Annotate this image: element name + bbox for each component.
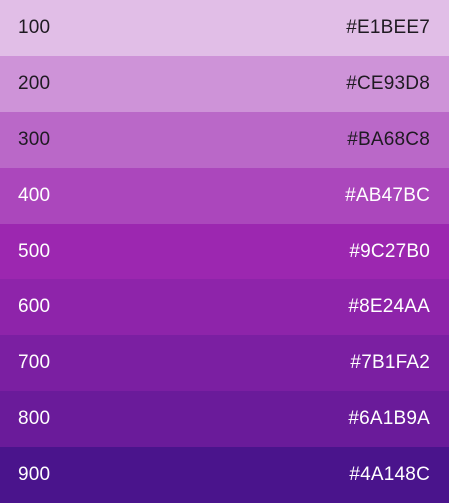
swatch-hex-code: #E1BEE7 <box>346 16 430 38</box>
swatch-shade: 200 <box>18 72 51 94</box>
swatch-shade: 900 <box>18 464 51 486</box>
swatch-hex-code: #CE93D8 <box>346 72 430 94</box>
swatch-shade: 800 <box>18 408 51 430</box>
swatch-shade: 300 <box>18 128 51 150</box>
swatch-shade: 700 <box>18 352 51 374</box>
swatch-hex-code: #8E24AA <box>348 296 430 318</box>
swatch-shade: 400 <box>18 184 51 206</box>
swatch-row-100: 100 #E1BEE7 <box>0 0 449 56</box>
swatch-hex-code: #9C27B0 <box>349 240 430 262</box>
swatch-hex-code: #AB47BC <box>345 184 430 206</box>
color-palette: 100 #E1BEE7 200 #CE93D8 300 #BA68C8 400 … <box>0 0 449 503</box>
swatch-hex-code: #BA68C8 <box>347 128 430 150</box>
swatch-row-400: 400 #AB47BC <box>0 167 449 224</box>
swatch-shade: 100 <box>18 16 51 38</box>
swatch-row-700: 700 #7B1FA2 <box>0 335 449 392</box>
swatch-shade: 500 <box>18 240 51 262</box>
swatch-hex-code: #4A148C <box>349 464 430 486</box>
swatch-row-500: 500 #9C27B0 <box>0 223 449 280</box>
swatch-row-300: 300 #BA68C8 <box>0 111 449 168</box>
swatch-row-900: 900 #4A148C <box>0 447 449 503</box>
swatch-hex-code: #6A1B9A <box>348 408 430 430</box>
swatch-row-200: 200 #CE93D8 <box>0 55 449 112</box>
swatch-shade: 600 <box>18 296 51 318</box>
swatch-row-800: 800 #6A1B9A <box>0 391 449 448</box>
swatch-hex-code: #7B1FA2 <box>350 352 430 374</box>
swatch-row-600: 600 #8E24AA <box>0 279 449 336</box>
